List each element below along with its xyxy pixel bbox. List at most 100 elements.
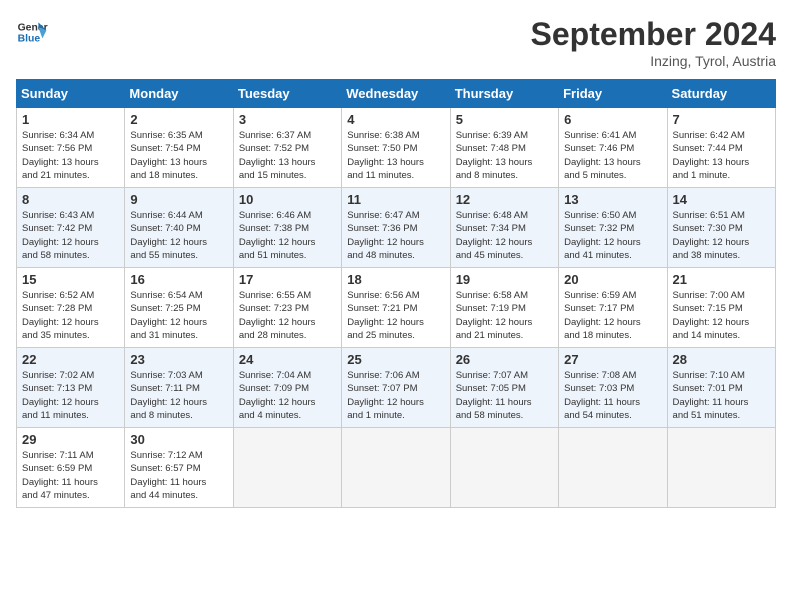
day-info: Sunrise: 7:08 AM Sunset: 7:03 PM Dayligh… (564, 369, 661, 422)
day-info: Sunrise: 6:39 AM Sunset: 7:48 PM Dayligh… (456, 129, 553, 182)
day-info: Sunrise: 6:46 AM Sunset: 7:38 PM Dayligh… (239, 209, 336, 262)
calendar-day-cell: 4 Sunrise: 6:38 AM Sunset: 7:50 PM Daylig… (342, 108, 450, 188)
day-number: 5 (456, 112, 553, 127)
day-info: Sunrise: 7:12 AM Sunset: 6:57 PM Dayligh… (130, 449, 227, 502)
day-info: Sunrise: 6:47 AM Sunset: 7:36 PM Dayligh… (347, 209, 444, 262)
col-thursday: Thursday (450, 80, 558, 108)
calendar-day-cell: 29Sunrise: 7:11 AM Sunset: 6:59 PM Dayli… (17, 428, 125, 508)
calendar-day-cell: 27 Sunrise: 7:08 AM Sunset: 7:03 PM Dayli… (559, 348, 667, 428)
day-number: 17 (239, 272, 336, 287)
day-info: Sunrise: 6:48 AM Sunset: 7:34 PM Dayligh… (456, 209, 553, 262)
calendar-day-cell: 1Sunrise: 6:34 AM Sunset: 7:56 PM Daylig… (17, 108, 125, 188)
col-tuesday: Tuesday (233, 80, 341, 108)
calendar-day-cell: 6 Sunrise: 6:41 AM Sunset: 7:46 PM Daylig… (559, 108, 667, 188)
calendar-day-cell: 5 Sunrise: 6:39 AM Sunset: 7:48 PM Daylig… (450, 108, 558, 188)
day-number: 21 (673, 272, 770, 287)
day-number: 2 (130, 112, 227, 127)
logo: General Blue (16, 16, 48, 48)
day-info: Sunrise: 7:10 AM Sunset: 7:01 PM Dayligh… (673, 369, 770, 422)
calendar-week-row: 22 Sunrise: 7:02 AM Sunset: 7:13 PM Dayli… (17, 348, 776, 428)
calendar-day-cell: 8Sunrise: 6:43 AM Sunset: 7:42 PM Daylig… (17, 188, 125, 268)
day-number: 20 (564, 272, 661, 287)
col-friday: Friday (559, 80, 667, 108)
col-wednesday: Wednesday (342, 80, 450, 108)
calendar-day-cell (342, 428, 450, 508)
calendar-day-cell: 20 Sunrise: 6:59 AM Sunset: 7:17 PM Dayli… (559, 268, 667, 348)
day-info: Sunrise: 7:03 AM Sunset: 7:11 PM Dayligh… (130, 369, 227, 422)
day-number: 13 (564, 192, 661, 207)
calendar-day-cell: 18 Sunrise: 6:56 AM Sunset: 7:21 PM Dayli… (342, 268, 450, 348)
day-info: Sunrise: 6:37 AM Sunset: 7:52 PM Dayligh… (239, 129, 336, 182)
day-info: Sunrise: 6:55 AM Sunset: 7:23 PM Dayligh… (239, 289, 336, 342)
calendar-day-cell: 19 Sunrise: 6:58 AM Sunset: 7:19 PM Dayli… (450, 268, 558, 348)
calendar-day-cell: 10 Sunrise: 6:46 AM Sunset: 7:38 PM Dayli… (233, 188, 341, 268)
day-info: Sunrise: 6:38 AM Sunset: 7:50 PM Dayligh… (347, 129, 444, 182)
day-number: 6 (564, 112, 661, 127)
day-number: 15 (22, 272, 119, 287)
day-number: 3 (239, 112, 336, 127)
calendar-day-cell: 7Sunrise: 6:42 AM Sunset: 7:44 PM Daylig… (667, 108, 775, 188)
calendar-subtitle: Inzing, Tyrol, Austria (531, 53, 776, 69)
day-number: 23 (130, 352, 227, 367)
day-info: Sunrise: 6:56 AM Sunset: 7:21 PM Dayligh… (347, 289, 444, 342)
day-number: 29 (22, 432, 119, 447)
calendar-day-cell (667, 428, 775, 508)
day-number: 19 (456, 272, 553, 287)
calendar-day-cell: 14 Sunrise: 6:51 AM Sunset: 7:30 PM Dayli… (667, 188, 775, 268)
calendar-day-cell: 28 Sunrise: 7:10 AM Sunset: 7:01 PM Dayli… (667, 348, 775, 428)
day-info: Sunrise: 7:04 AM Sunset: 7:09 PM Dayligh… (239, 369, 336, 422)
header: General Blue September 2024 Inzing, Tyro… (16, 16, 776, 69)
day-info: Sunrise: 6:58 AM Sunset: 7:19 PM Dayligh… (456, 289, 553, 342)
calendar-week-row: 8Sunrise: 6:43 AM Sunset: 7:42 PM Daylig… (17, 188, 776, 268)
calendar-day-cell (450, 428, 558, 508)
calendar-week-row: 1Sunrise: 6:34 AM Sunset: 7:56 PM Daylig… (17, 108, 776, 188)
day-number: 12 (456, 192, 553, 207)
day-info: Sunrise: 6:51 AM Sunset: 7:30 PM Dayligh… (673, 209, 770, 262)
day-number: 22 (22, 352, 119, 367)
day-number: 28 (673, 352, 770, 367)
day-info: Sunrise: 7:07 AM Sunset: 7:05 PM Dayligh… (456, 369, 553, 422)
calendar-day-cell: 26 Sunrise: 7:07 AM Sunset: 7:05 PM Dayli… (450, 348, 558, 428)
calendar-week-row: 15Sunrise: 6:52 AM Sunset: 7:28 PM Dayli… (17, 268, 776, 348)
day-info: Sunrise: 6:35 AM Sunset: 7:54 PM Dayligh… (130, 129, 227, 182)
day-number: 18 (347, 272, 444, 287)
col-saturday: Saturday (667, 80, 775, 108)
day-number: 7 (673, 112, 770, 127)
svg-text:Blue: Blue (18, 34, 41, 45)
day-info: Sunrise: 7:00 AM Sunset: 7:15 PM Dayligh… (673, 289, 770, 342)
day-info: Sunrise: 6:54 AM Sunset: 7:25 PM Dayligh… (130, 289, 227, 342)
day-number: 14 (673, 192, 770, 207)
calendar-day-cell: 11 Sunrise: 6:47 AM Sunset: 7:36 PM Dayli… (342, 188, 450, 268)
calendar-day-cell: 25Sunrise: 7:06 AM Sunset: 7:07 PM Dayli… (342, 348, 450, 428)
calendar-day-cell: 22 Sunrise: 7:02 AM Sunset: 7:13 PM Dayli… (17, 348, 125, 428)
calendar-day-cell: 12 Sunrise: 6:48 AM Sunset: 7:34 PM Dayli… (450, 188, 558, 268)
calendar-day-cell: 21 Sunrise: 7:00 AM Sunset: 7:15 PM Dayli… (667, 268, 775, 348)
calendar-day-cell: 17 Sunrise: 6:55 AM Sunset: 7:23 PM Dayli… (233, 268, 341, 348)
day-info: Sunrise: 6:41 AM Sunset: 7:46 PM Dayligh… (564, 129, 661, 182)
calendar-day-cell (233, 428, 341, 508)
day-number: 24 (239, 352, 336, 367)
day-number: 26 (456, 352, 553, 367)
day-number: 16 (130, 272, 227, 287)
calendar-week-row: 29Sunrise: 7:11 AM Sunset: 6:59 PM Dayli… (17, 428, 776, 508)
day-info: Sunrise: 7:02 AM Sunset: 7:13 PM Dayligh… (22, 369, 119, 422)
day-info: Sunrise: 6:50 AM Sunset: 7:32 PM Dayligh… (564, 209, 661, 262)
day-info: Sunrise: 7:06 AM Sunset: 7:07 PM Dayligh… (347, 369, 444, 422)
day-number: 11 (347, 192, 444, 207)
calendar-title: September 2024 (531, 16, 776, 53)
calendar-day-cell: 2 Sunrise: 6:35 AM Sunset: 7:54 PM Daylig… (125, 108, 233, 188)
day-number: 27 (564, 352, 661, 367)
day-info: Sunrise: 6:59 AM Sunset: 7:17 PM Dayligh… (564, 289, 661, 342)
day-number: 10 (239, 192, 336, 207)
calendar-day-cell: 3 Sunrise: 6:37 AM Sunset: 7:52 PM Daylig… (233, 108, 341, 188)
header-row: Sunday Monday Tuesday Wednesday Thursday… (17, 80, 776, 108)
day-info: Sunrise: 6:34 AM Sunset: 7:56 PM Dayligh… (22, 129, 119, 182)
day-number: 9 (130, 192, 227, 207)
day-info: Sunrise: 6:43 AM Sunset: 7:42 PM Dayligh… (22, 209, 119, 262)
col-sunday: Sunday (17, 80, 125, 108)
col-monday: Monday (125, 80, 233, 108)
calendar-table: Sunday Monday Tuesday Wednesday Thursday… (16, 79, 776, 508)
calendar-day-cell: 23 Sunrise: 7:03 AM Sunset: 7:11 PM Dayli… (125, 348, 233, 428)
day-number: 4 (347, 112, 444, 127)
calendar-day-cell (559, 428, 667, 508)
